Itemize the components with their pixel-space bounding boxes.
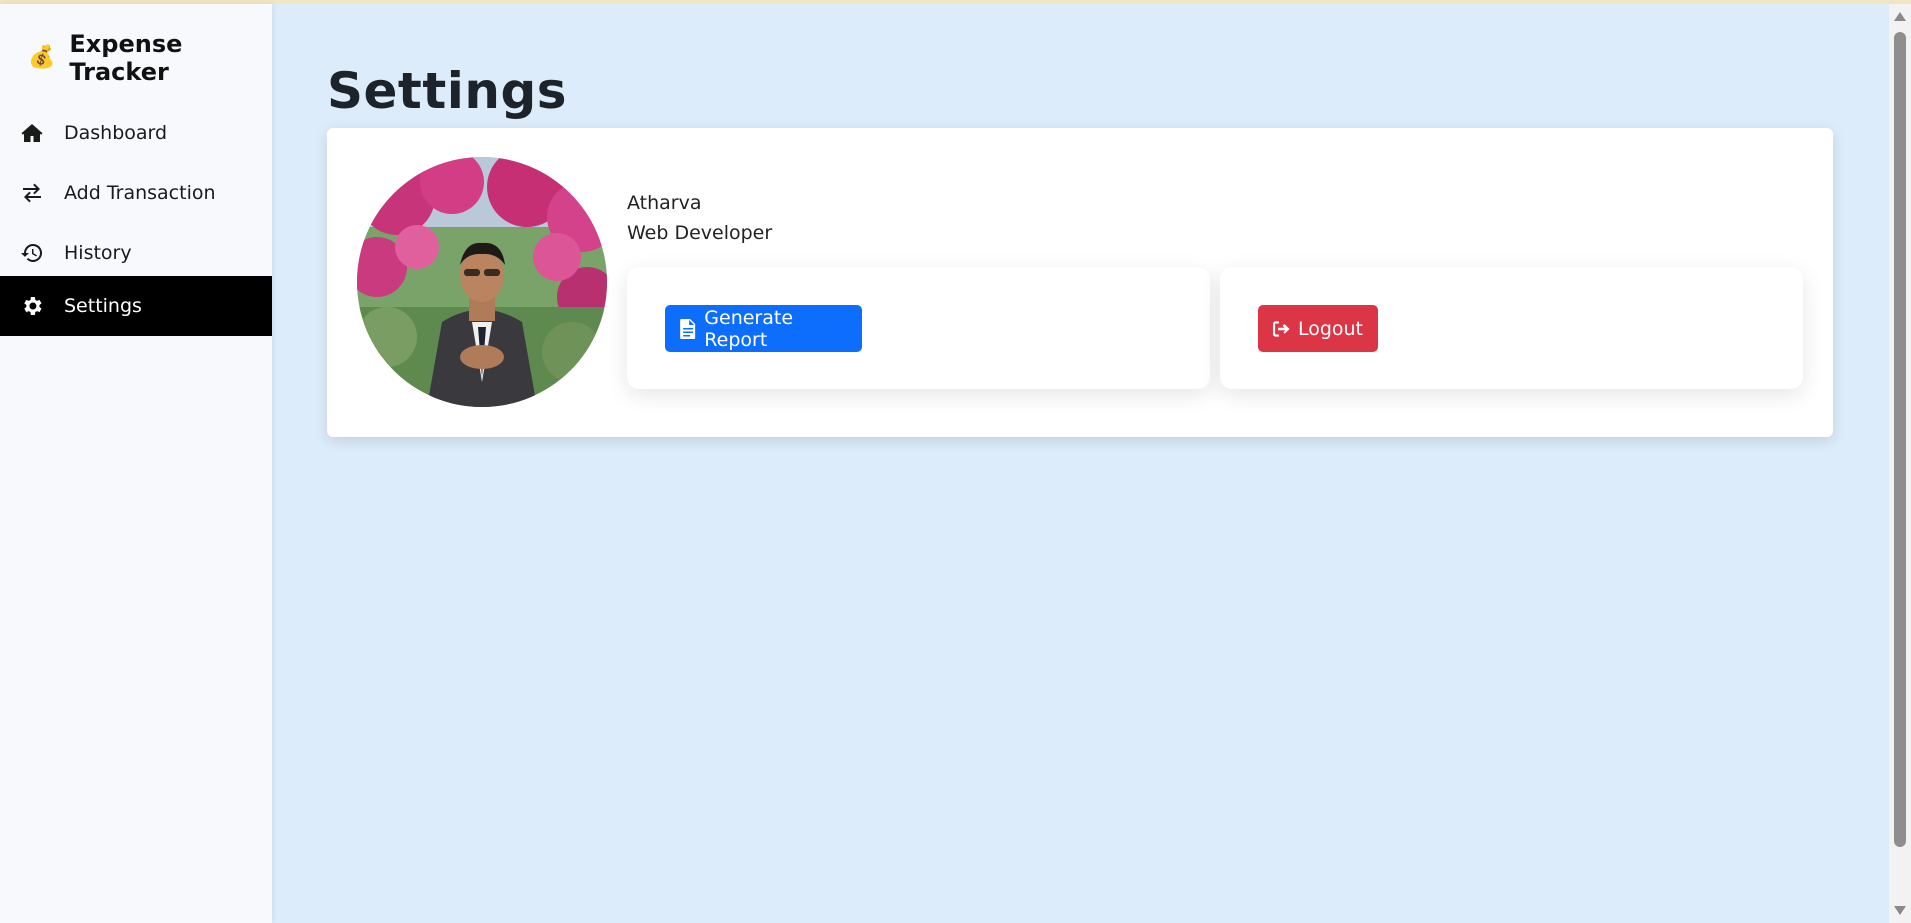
generate-report-button[interactable]: Generate Report — [665, 305, 862, 352]
sidebar-item-label: History — [64, 242, 132, 264]
page-title: Settings — [327, 62, 568, 120]
top-border — [0, 0, 1911, 4]
sign-out-icon — [1273, 320, 1290, 337]
history-icon — [21, 243, 43, 262]
profile-photo — [357, 157, 607, 407]
scroll-down-arrow-icon[interactable] — [1894, 906, 1906, 915]
profile-role: Web Developer — [627, 222, 773, 244]
file-icon — [680, 318, 696, 339]
sidebar-item-add-transaction[interactable]: Add Transaction — [0, 163, 272, 223]
sidebar-item-settings[interactable]: Settings — [0, 276, 272, 336]
generate-report-label: Generate Report — [704, 306, 794, 351]
money-bag-icon: 💰 — [28, 45, 56, 70]
brand-title: Expense Tracker — [69, 30, 183, 86]
profile-card: Atharva Web Developer Generate Report Lo… — [327, 128, 1833, 437]
scroll-up-arrow-icon[interactable] — [1894, 12, 1906, 21]
logout-label: Logout — [1297, 317, 1363, 340]
exchange-arrows-icon — [23, 183, 41, 203]
avatar — [357, 157, 607, 407]
vertical-scrollbar[interactable] — [1889, 4, 1911, 923]
sidebar-item-dashboard[interactable]: Dashboard — [0, 103, 272, 163]
sidebar-item-label: Add Transaction — [64, 182, 216, 204]
brand[interactable]: 💰 Expense Tracker — [28, 30, 272, 86]
report-panel: Generate Report — [627, 267, 1210, 389]
profile-name: Atharva — [627, 192, 702, 214]
sidebar-item-history[interactable]: History — [0, 223, 272, 283]
sidebar-item-label: Dashboard — [64, 122, 168, 144]
logout-button[interactable]: Logout — [1258, 305, 1378, 352]
sidebar: 💰 Expense Tracker Dashboard Add Transact… — [0, 4, 272, 923]
home-icon — [21, 124, 43, 142]
scrollbar-thumb[interactable] — [1894, 32, 1906, 847]
logout-panel: Logout — [1220, 267, 1803, 389]
gear-icon — [24, 297, 42, 315]
sidebar-item-label: Settings — [64, 295, 142, 317]
